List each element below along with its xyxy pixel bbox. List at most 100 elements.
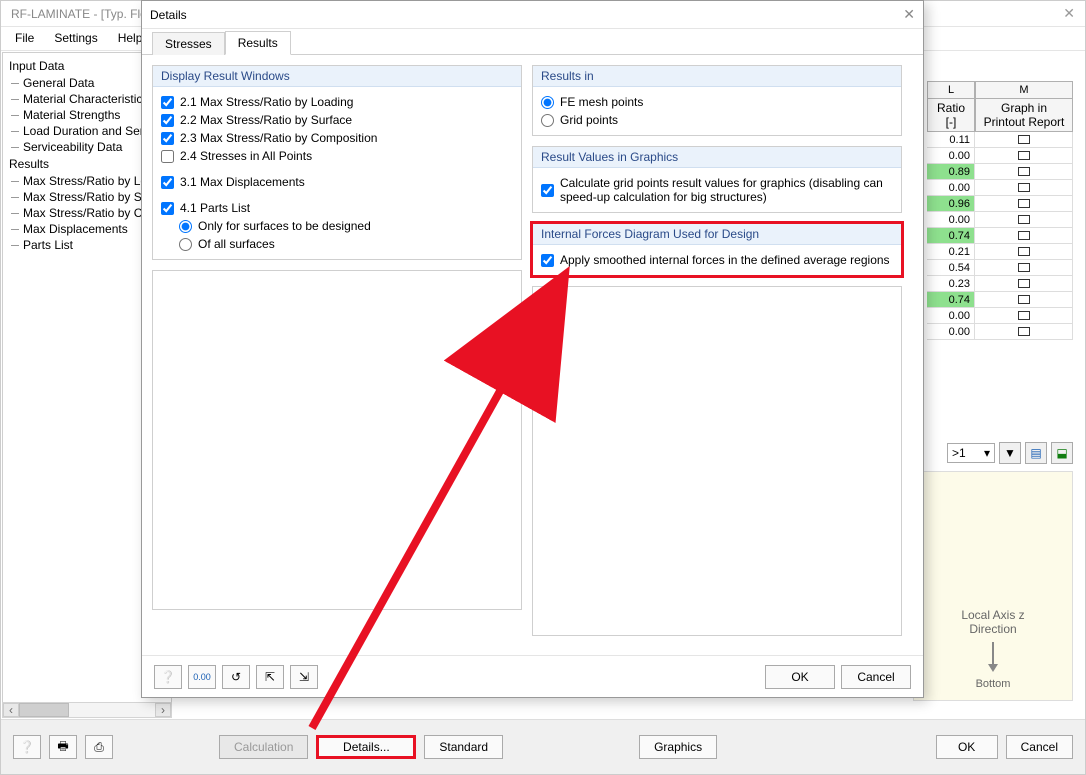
table-row[interactable]: 0.00 (927, 324, 1073, 340)
dlg-load-icon[interactable]: ⇱ (256, 665, 284, 689)
filter-row: >1▾ ▼ ▤ ⬓ (947, 442, 1073, 464)
scroll-left-icon[interactable]: ‹ (3, 703, 19, 717)
graph-cell[interactable] (975, 260, 1073, 276)
dialog-title: Details (150, 8, 187, 22)
chk-2-3[interactable]: 2.3 Max Stress/Ratio by Composition (161, 129, 513, 147)
graph-cell[interactable] (975, 164, 1073, 180)
ratio-cell: 0.00 (927, 148, 975, 164)
graph-cell[interactable] (975, 180, 1073, 196)
ratio-cell: 0.00 (927, 212, 975, 228)
standard-button[interactable]: Standard (424, 735, 503, 759)
calculation-button[interactable]: Calculation (219, 735, 308, 759)
filter-funnel-icon[interactable]: ▼ (999, 442, 1021, 464)
col-m-header: M (975, 81, 1073, 99)
checkbox-icon[interactable] (1018, 327, 1030, 336)
table-row[interactable]: 0.21 (927, 244, 1073, 260)
menu-file[interactable]: File (7, 29, 42, 48)
table-row[interactable]: 0.23 (927, 276, 1073, 292)
tab-stresses[interactable]: Stresses (152, 32, 225, 55)
dialog-footer: ❔ 0.00 ↺ ⇱ ⇲ OK Cancel (142, 655, 923, 697)
ok-button[interactable]: OK (936, 735, 998, 759)
checkbox-icon[interactable] (1018, 215, 1030, 224)
table-row[interactable]: 0.96 (927, 196, 1073, 212)
table-row[interactable]: 0.74 (927, 228, 1073, 244)
checkbox-icon[interactable] (1018, 311, 1030, 320)
cancel-button[interactable]: Cancel (1006, 735, 1073, 759)
checkbox-icon[interactable] (1018, 199, 1030, 208)
scroll-right-icon[interactable]: › (155, 703, 171, 717)
graph-cell[interactable] (975, 244, 1073, 260)
graph-cell[interactable] (975, 292, 1073, 308)
dlg-reset-icon[interactable]: ↺ (222, 665, 250, 689)
help-icon[interactable]: ❔ (13, 735, 41, 759)
checkbox-icon[interactable] (1018, 183, 1030, 192)
checkbox-icon[interactable] (1018, 279, 1030, 288)
export-icon[interactable]: ⎙ (85, 735, 113, 759)
chk-2-2[interactable]: 2.2 Max Stress/Ratio by Surface (161, 111, 513, 129)
checkbox-icon[interactable] (1018, 231, 1030, 240)
table-row[interactable]: 0.00 (927, 212, 1073, 228)
dlg-ok-button[interactable]: OK (765, 665, 835, 689)
graph-cell[interactable] (975, 276, 1073, 292)
radio-only-surfaces[interactable]: Only for surfaces to be designed (161, 217, 513, 235)
checkbox-icon[interactable] (1018, 263, 1030, 272)
ratio-cell: 0.89 (927, 164, 975, 180)
table-row[interactable]: 0.89 (927, 164, 1073, 180)
ratio-cell: 0.54 (927, 260, 975, 276)
table-row[interactable]: 0.74 (927, 292, 1073, 308)
chk-2-4[interactable]: 2.4 Stresses in All Points (161, 147, 513, 165)
tree-scrollbar[interactable]: ‹ › (2, 702, 172, 718)
dlg-help-icon[interactable]: ❔ (154, 665, 182, 689)
dlg-units-icon[interactable]: 0.00 (188, 665, 216, 689)
graph-cell[interactable] (975, 132, 1073, 148)
ratio-cell: 0.23 (927, 276, 975, 292)
checkbox-icon[interactable] (1018, 151, 1030, 160)
radio-grid-points[interactable]: Grid points (541, 111, 893, 129)
checkbox-icon[interactable] (1018, 135, 1030, 144)
graphics-button[interactable]: Graphics (639, 735, 717, 759)
filter-combo[interactable]: >1▾ (947, 443, 995, 463)
dialog-titlebar: Details ✕ (142, 1, 923, 29)
graph-cell[interactable] (975, 212, 1073, 228)
close-icon[interactable]: ✕ (1063, 5, 1075, 22)
table-row[interactable]: 0.00 (927, 308, 1073, 324)
table-row[interactable]: 0.00 (927, 180, 1073, 196)
radio-fe-mesh[interactable]: FE mesh points (541, 93, 893, 111)
checkbox-icon[interactable] (1018, 247, 1030, 256)
graph-cell[interactable] (975, 228, 1073, 244)
chk-4-1[interactable]: 4.1 Parts List (161, 199, 513, 217)
dialog-close-icon[interactable]: ✕ (903, 6, 915, 23)
checkbox-icon[interactable] (1018, 295, 1030, 304)
group-display-results: Display Result Windows (153, 66, 521, 87)
tab-results[interactable]: Results (225, 31, 291, 55)
ratio-cell: 0.00 (927, 180, 975, 196)
print-icon[interactable]: 🖶 (49, 735, 77, 759)
ratio-cell: 0.00 (927, 308, 975, 324)
table-row[interactable]: 0.00 (927, 148, 1073, 164)
dlg-save-icon[interactable]: ⇲ (290, 665, 318, 689)
chk-calc-grid[interactable]: Calculate grid points result values for … (541, 174, 893, 206)
radio-all-surfaces[interactable]: Of all surfaces (161, 235, 513, 253)
graph-cell[interactable] (975, 324, 1073, 340)
filter-chart-icon[interactable]: ▤ (1025, 442, 1047, 464)
chk-3-1[interactable]: 3.1 Max Displacements (161, 173, 513, 191)
chk-apply-smoothed[interactable]: Apply smoothed internal forces in the de… (541, 251, 893, 269)
dlg-cancel-button[interactable]: Cancel (841, 665, 911, 689)
scroll-thumb[interactable] (19, 703, 69, 717)
graph-cell[interactable] (975, 148, 1073, 164)
details-dialog: Details ✕ Stresses Results Display Resul… (141, 0, 924, 698)
ratio-cell: 0.74 (927, 292, 975, 308)
graph-cell[interactable] (975, 196, 1073, 212)
details-button[interactable]: Details... (316, 735, 416, 759)
group-internal-forces: Internal Forces Diagram Used for Design (533, 224, 901, 245)
down-arrow-icon (988, 642, 998, 672)
graph-cell[interactable] (975, 308, 1073, 324)
main-title-text: RF-LAMINATE - [Typ. Floo (11, 7, 153, 21)
menu-settings[interactable]: Settings (46, 29, 105, 48)
ratio-cell: 0.00 (927, 324, 975, 340)
filter-excel-icon[interactable]: ⬓ (1051, 442, 1073, 464)
table-row[interactable]: 0.54 (927, 260, 1073, 276)
checkbox-icon[interactable] (1018, 167, 1030, 176)
chk-2-1[interactable]: 2.1 Max Stress/Ratio by Loading (161, 93, 513, 111)
table-row[interactable]: 0.11 (927, 132, 1073, 148)
